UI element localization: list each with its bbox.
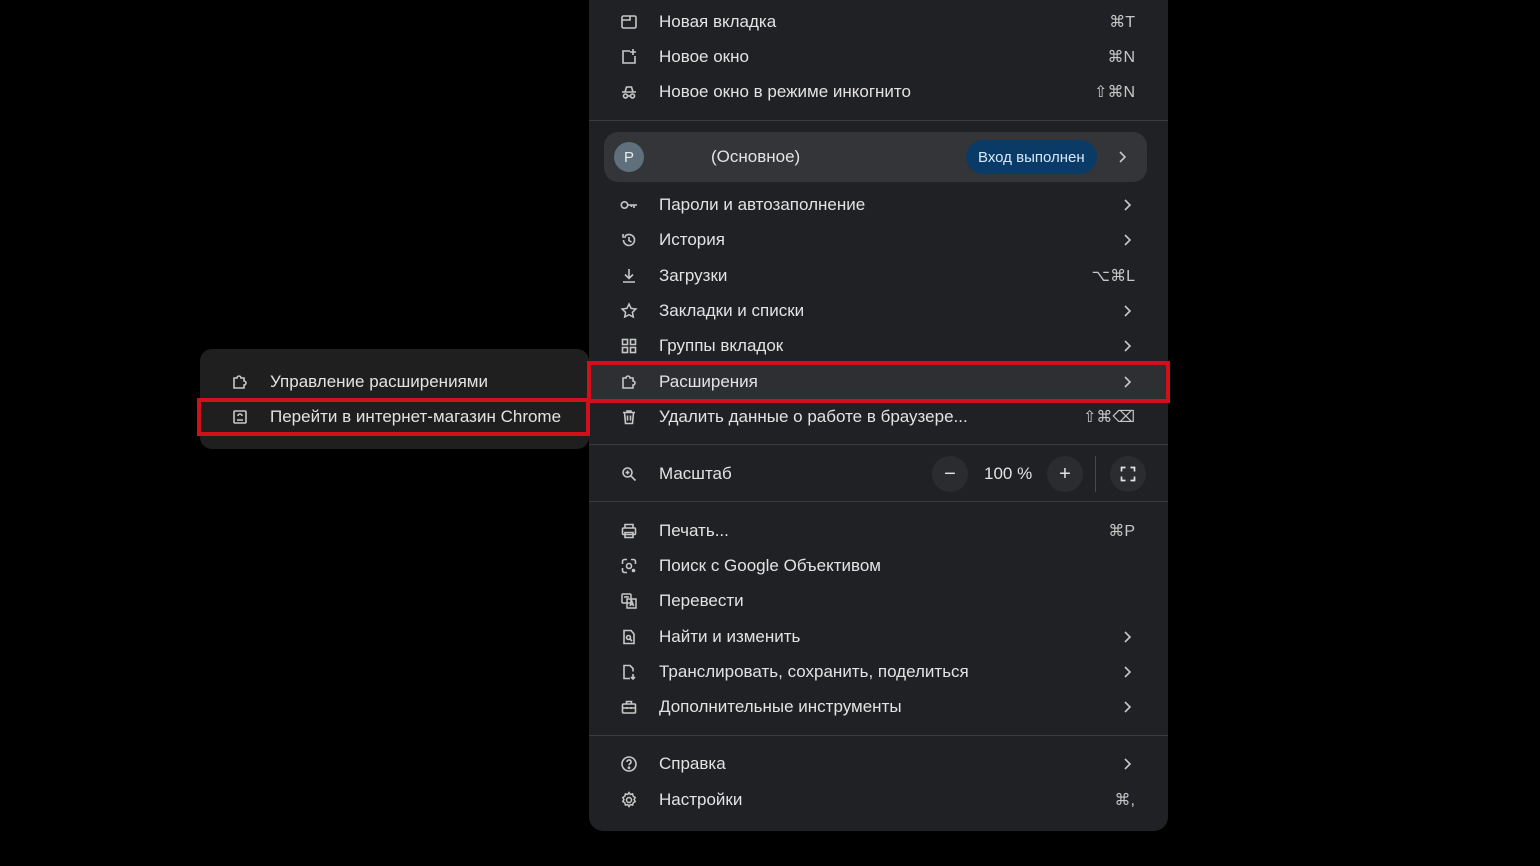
shortcut-label: ⌘T [1109,13,1135,31]
incognito-icon [619,82,639,102]
menu-item-settings[interactable]: Настройки ⌘, [589,782,1168,817]
menu-divider [589,120,1168,121]
menu-divider [589,501,1168,502]
shortcut-label: ⌥⌘L [1091,267,1135,285]
submenu-item-label: Управление расширениями [270,371,488,391]
gear-icon [619,790,639,810]
shortcut-label: ⌘N [1107,48,1135,66]
download-icon [619,266,639,286]
fullscreen-icon [1120,466,1136,482]
chevron-right-icon [1122,757,1132,771]
chevron-right-icon [1122,233,1132,247]
menu-divider [589,735,1168,736]
profile-row[interactable]: P (Основное) Вход выполнен [604,132,1147,182]
menu-item-extensions[interactable]: Расширения [589,364,1168,399]
zoom-level: 100 % [984,463,1033,483]
menu-item-new-window[interactable]: Новое окно ⌘N [589,39,1168,74]
star-icon [619,301,639,321]
find-icon [619,627,639,647]
menu-item-clear-data[interactable]: Удалить данные о работе в браузере... ⇧⌘… [589,399,1168,434]
menu-item-label: Новое окно [659,46,749,66]
signed-in-badge[interactable]: Вход выполнен [966,140,1097,174]
submenu-item-label: Перейти в интернет-магазин Chrome [270,406,562,426]
menu-divider [589,444,1168,445]
cast-icon [619,662,639,682]
menu-item-label: Новое окно в режиме инкогнито [659,81,911,101]
key-icon [619,195,639,215]
menu-item-label: Загрузки [659,265,728,285]
menu-item-label: Найти и изменить [659,626,801,646]
trash-icon [619,407,639,427]
menu-item-label: Масштаб [659,463,732,483]
shortcut-label: ⇧⌘⌫ [1082,408,1135,426]
menu-item-label: Группы вкладок [659,335,784,355]
menu-item-label: Печать... [659,520,729,540]
menu-item-label: Настройки [659,789,743,809]
extensions-submenu: Управление расширениями Перейти в интерн… [200,349,589,449]
menu-item-cast-save-share[interactable]: Транслировать, сохранить, поделиться [589,654,1168,689]
menu-item-find[interactable]: Найти и изменить [589,619,1168,654]
chevron-right-icon [1122,700,1132,714]
menu-item-print[interactable]: Печать... ⌘P [589,513,1168,548]
shortcut-label: ⌘P [1108,522,1135,540]
chevron-right-icon [1122,630,1132,644]
menu-item-label: История [659,229,725,249]
chevron-right-icon [1117,150,1127,164]
menu-item-translate[interactable]: Перевести [589,583,1168,618]
menu-item-label: Пароли и автозаполнение [659,194,866,214]
menu-item-new-tab[interactable]: Новая вкладка ⌘T [589,4,1168,39]
translate-icon [619,591,639,611]
submenu-item-chrome-web-store[interactable]: Перейти в интернет-магазин Chrome [200,399,589,434]
menu-item-history[interactable]: История [589,222,1168,257]
chevron-right-icon [1122,198,1132,212]
profile-name: (Основное) [711,147,801,166]
menu-item-label: Дополнительные инструменты [659,696,902,716]
menu-item-passwords[interactable]: Пароли и автозаполнение [589,187,1168,222]
chrome-main-menu: Новая вкладка ⌘T Новое окно ⌘N Новое окн… [589,0,1168,831]
menu-item-label: Справка [659,753,726,773]
zoom-in-button[interactable]: + [1047,456,1083,492]
avatar: P [614,142,644,172]
chevron-right-icon [1122,375,1132,389]
chevron-right-icon [1122,304,1132,318]
shortcut-label: ⇧⌘N [1094,83,1135,101]
menu-item-google-lens[interactable]: Поиск с Google Объективом [589,548,1168,583]
menu-item-label: Перевести [659,590,744,610]
menu-item-tab-groups[interactable]: Группы вкладок [589,328,1168,363]
puzzle-icon [619,372,639,392]
chevron-right-icon [1122,339,1132,353]
menu-item-label: Закладки и списки [659,300,805,320]
lens-icon [619,556,639,576]
menu-item-label: Удалить данные о работе в браузере... [659,406,968,426]
print-icon [619,521,639,541]
menu-item-bookmarks[interactable]: Закладки и списки [589,293,1168,328]
submenu-item-manage-extensions[interactable]: Управление расширениями [200,364,589,399]
menu-item-help[interactable]: Справка [589,746,1168,781]
menu-item-label: Расширения [659,371,758,391]
shortcut-label: ⌘, [1114,791,1135,809]
menu-item-label: Поиск с Google Объективом [659,555,881,575]
history-icon [619,230,639,250]
menu-item-label: Транслировать, сохранить, поделиться [659,661,969,681]
toolbox-icon [619,697,639,717]
fullscreen-button[interactable] [1110,456,1146,492]
puzzle-icon [230,372,250,392]
menu-item-more-tools[interactable]: Дополнительные инструменты [589,689,1168,724]
help-icon [619,754,639,774]
new-window-icon [619,47,639,67]
menu-item-zoom: Масштаб − 100 % + [589,456,1168,492]
menu-item-downloads[interactable]: Загрузки ⌥⌘L [589,258,1168,293]
zoom-out-button[interactable]: − [932,456,968,492]
zoom-divider [1095,456,1096,492]
menu-item-label: Новая вкладка [659,11,777,31]
menu-item-incognito[interactable]: Новое окно в режиме инкогнито ⇧⌘N [589,74,1168,109]
zoom-icon [619,464,639,484]
new-tab-icon [619,12,639,32]
chevron-right-icon [1122,665,1132,679]
store-icon [230,407,250,427]
grid-icon [619,336,639,356]
